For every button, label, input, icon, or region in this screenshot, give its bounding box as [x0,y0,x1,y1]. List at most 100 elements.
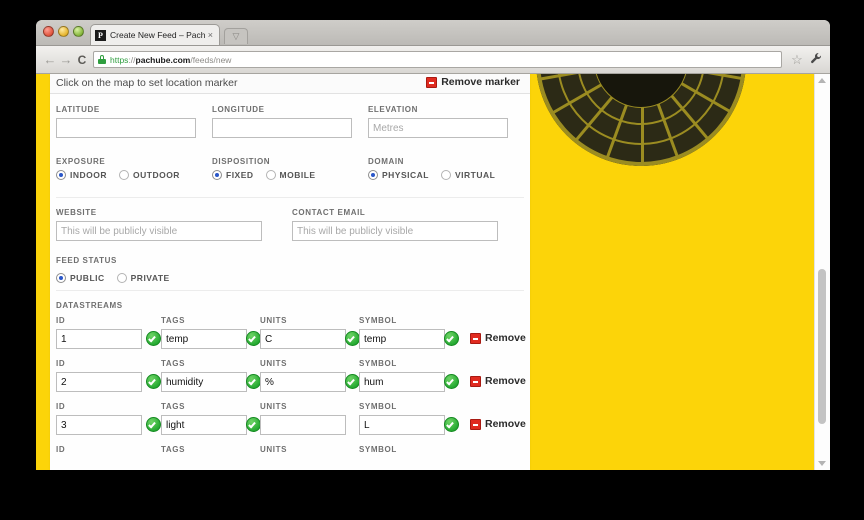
ds-col-id: ID [56,359,66,368]
browser-toolbar: ← → C https://pachube.com/feeds/new ☆ [36,46,830,74]
ds-col-symbol: SYMBOL [359,316,397,325]
ds2-tags-cell: humidity [161,372,247,392]
background-photo [530,74,830,470]
radio-fixed[interactable] [212,170,222,180]
scroll-down-icon[interactable] [818,461,826,466]
minus-icon [470,375,481,387]
exposure-option-outdoor[interactable]: OUTDOOR [119,170,180,180]
radio-physical[interactable] [368,170,378,180]
url-separator: :// [128,54,136,65]
lock-icon [98,55,106,64]
new-tab-button[interactable]: ▽ [224,28,248,44]
ds-col-tags: TAGS [161,402,186,411]
maximize-window-button[interactable] [73,26,84,37]
vertical-scrollbar[interactable] [814,74,830,470]
latitude-input[interactable] [56,118,196,138]
ds1-tags-valid-icon [246,331,261,346]
latitude-field: LATITUDE [56,105,196,138]
disposition-option-mobile[interactable]: MOBILE [265,170,316,180]
ds3-symbol-cell: L [359,415,445,435]
ds2-tags-input[interactable]: humidity [161,372,247,392]
ds1-remove-button[interactable]: Remove [470,332,526,344]
longitude-input[interactable] [212,118,352,138]
contact-email-input[interactable]: This will be publicly visible [292,221,498,241]
minus-icon [426,76,438,88]
disposition-mobile-label: MOBILE [279,170,316,180]
radio-public[interactable] [56,273,66,283]
radio-private[interactable] [116,273,127,283]
feed-status-group: FEED STATUS PUBLIC PRIVATE [56,256,170,283]
ds2-units-cell: % [260,372,346,392]
forward-icon[interactable]: → [58,52,74,67]
wrench-menu-icon[interactable] [808,52,824,67]
ds2-remove-button[interactable]: Remove [470,375,526,387]
domain-label: DOMAIN [368,157,405,166]
ds-col-id: ID [56,316,66,325]
ds1-remove-label: Remove [485,332,526,344]
ds1-symbol-input[interactable]: temp [359,329,445,349]
feed-status-private-label: PRIVATE [130,273,170,283]
website-input[interactable]: This will be publicly visible [56,221,262,241]
close-tab-icon[interactable]: × [206,30,215,40]
feed-status-row: FEED STATUS PUBLIC PRIVATE [56,256,524,290]
ds-col-symbol: SYMBOL [359,359,397,368]
ds2-units-input[interactable]: % [260,372,346,392]
divider-after-classification [56,197,524,198]
screen: P Create New Feed – Pachube × ▽ ← → C ht… [0,0,864,520]
radio-outdoor[interactable] [119,170,129,180]
elevation-input[interactable]: Metres [368,118,508,138]
minimize-window-button[interactable] [58,26,69,37]
ds1-tags-cell: temp [161,329,247,349]
bookmark-star-icon[interactable]: ☆ [789,52,805,68]
datastream-row: 3 light L Remove [56,415,526,445]
ds1-units-input[interactable]: C [260,329,346,349]
scrollbar-thumb[interactable] [818,269,826,424]
longitude-label: LONGITUDE [212,105,265,114]
remove-marker-label: Remove marker [441,76,520,88]
elevation-field: ELEVATION Metres [368,105,508,138]
domain-option-virtual[interactable]: VIRTUAL [440,170,495,180]
ds2-symbol-input[interactable]: hum [359,372,445,392]
domain-option-physical[interactable]: PHYSICAL [368,170,429,180]
feed-status-option-private[interactable]: PRIVATE [116,273,170,283]
back-icon[interactable]: ← [42,52,58,67]
exposure-indoor-label: INDOOR [70,170,107,180]
longitude-field: LONGITUDE [212,105,352,138]
feed-status-option-public[interactable]: PUBLIC [56,273,105,283]
ds-col-id: ID [56,445,66,454]
ds1-tags-input[interactable]: temp [161,329,247,349]
feed-form: LATITUDE LONGITUDE ELEVATION Metres EXPO… [56,93,526,458]
ds3-tags-input[interactable]: light [161,415,247,435]
window-controls[interactable] [43,26,84,37]
address-bar[interactable]: https://pachube.com/feeds/new [93,51,782,68]
datastream-row: 2 humidity % hum Remove [56,372,526,402]
url-host: pachube.com [135,54,191,65]
radio-indoor[interactable] [56,170,66,180]
close-window-button[interactable] [43,26,54,37]
ds1-id-input[interactable]: 1 [56,329,142,349]
latitude-label: LATITUDE [56,105,100,114]
remove-marker-button[interactable]: Remove marker [426,76,520,88]
ds3-units-input[interactable] [260,415,346,435]
exposure-option-indoor[interactable]: INDOOR [56,170,107,180]
scroll-up-icon[interactable] [818,78,826,83]
ds1-id-valid-icon [146,331,161,346]
page-viewport: Click on the map to set location marker … [36,74,830,470]
disposition-option-fixed[interactable]: FIXED [212,170,254,180]
contact-email-label: CONTACT EMAIL [292,208,366,217]
location-fields-row: LATITUDE LONGITUDE ELEVATION Metres [56,105,524,153]
ds3-remove-button[interactable]: Remove [470,418,526,430]
feed-status-label: FEED STATUS [56,256,117,265]
ds3-id-valid-icon [146,417,161,432]
reload-icon[interactable]: C [74,53,90,67]
ds3-symbol-input[interactable]: L [359,415,445,435]
ds3-id-input[interactable]: 3 [56,415,142,435]
url-scheme: https [110,54,129,65]
form-sheet: Click on the map to set location marker … [50,74,530,470]
ds2-id-input[interactable]: 2 [56,372,142,392]
feed-status-public-label: PUBLIC [70,273,105,283]
disposition-fixed-label: FIXED [226,170,254,180]
radio-virtual[interactable] [440,170,451,180]
radio-mobile[interactable] [265,170,276,180]
browser-tab[interactable]: P Create New Feed – Pachube × [90,24,220,45]
